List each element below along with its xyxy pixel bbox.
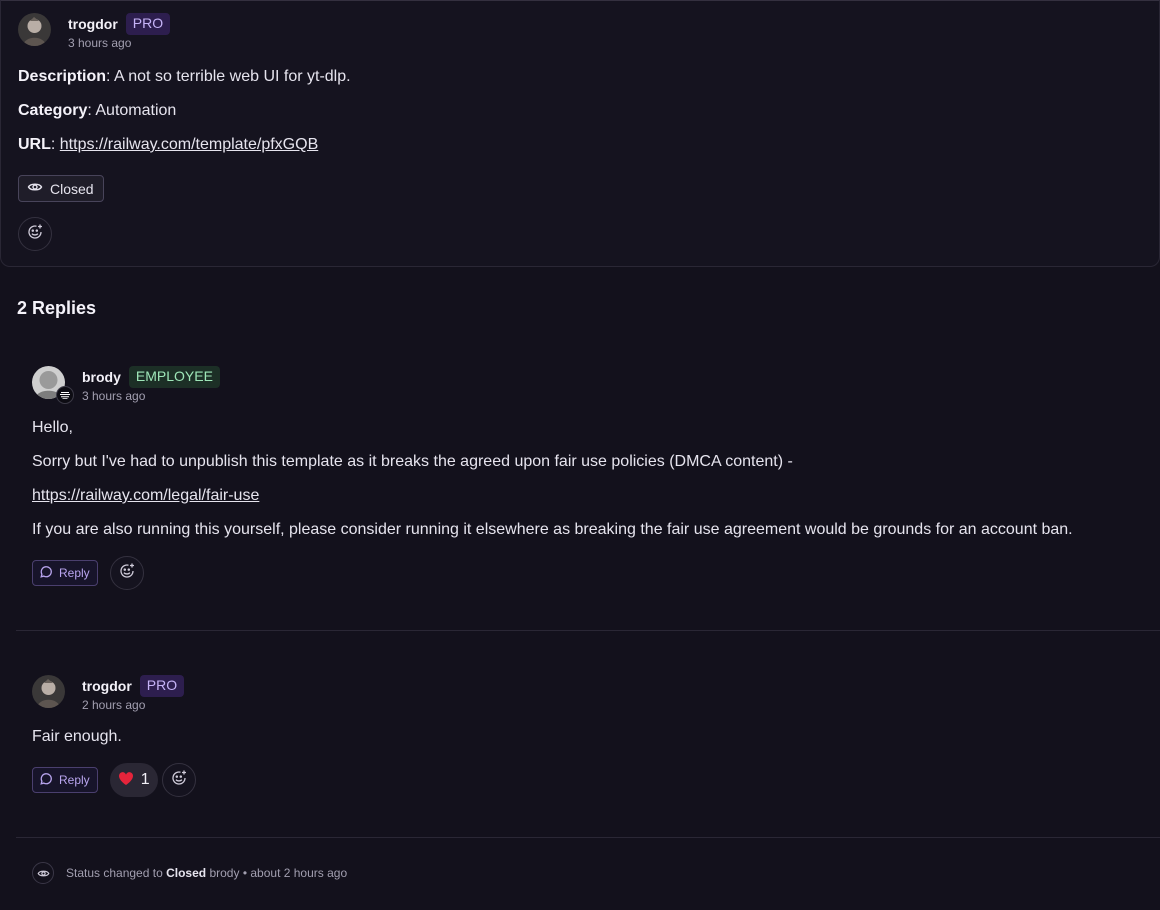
replies-heading: 2 Replies (17, 298, 97, 318)
author-name[interactable]: trogdor (68, 16, 118, 32)
add-reaction-button[interactable] (109, 556, 144, 590)
reply-text-line: Fair enough. (32, 728, 122, 745)
avatar[interactable] (18, 13, 51, 46)
description-label: Description (18, 68, 107, 85)
add-reaction-button[interactable] (161, 763, 196, 797)
post-author: trogdor PRO 3 hours ago (18, 13, 171, 50)
divider (16, 630, 1160, 631)
author-name[interactable]: brody (82, 369, 121, 385)
pro-badge: PRO (125, 13, 171, 35)
reply-text-line: If you are also running this yourself, p… (32, 521, 1073, 538)
author-name[interactable]: trogdor (82, 678, 132, 694)
divider (16, 837, 1160, 838)
reply-text-line: Sorry but I've had to unpublish this tem… (32, 453, 793, 470)
reply-timestamp: 2 hours ago (82, 698, 146, 712)
status-change-value: Closed (166, 866, 207, 880)
url-separator: : (50, 136, 60, 153)
template-url-link[interactable]: https://railway.com/template/pfxGQB (60, 136, 318, 153)
status-change-event: Status changed to Closed brody • about 2… (32, 862, 347, 884)
reply-author: brody EMPLOYEE 3 hours ago (32, 366, 220, 404)
category-label: Category (18, 102, 88, 119)
status-change-prefix: Status changed to (66, 866, 163, 880)
heart-reaction[interactable]: 1 (109, 763, 158, 797)
description-field: Description: A not so terrible web UI fo… (18, 68, 351, 86)
reply-button[interactable]: Reply (32, 767, 98, 793)
chat-bubble-icon (39, 772, 53, 789)
status-label: Closed (50, 180, 94, 197)
employee-badge: EMPLOYEE (128, 366, 220, 388)
reply-text-line: Hello, (32, 419, 73, 436)
reply-actions: Reply 1 (32, 763, 196, 797)
pro-badge: PRO (139, 675, 185, 697)
reply-link-line: https://railway.com/legal/fair-use (32, 487, 259, 505)
status-change-actor[interactable]: brody (209, 866, 239, 880)
post-card: trogdor PRO 3 hours ago Description: A n… (0, 0, 1160, 267)
reply-timestamp: 3 hours ago (82, 389, 146, 403)
reply-actions: Reply (32, 556, 144, 590)
category-field: Category: Automation (18, 102, 176, 120)
status-change-time: about 2 hours ago (250, 866, 348, 880)
post-timestamp: 3 hours ago (68, 36, 132, 50)
railway-logo-icon (56, 386, 74, 404)
status-badge: Closed (18, 175, 104, 202)
add-reaction-icon (170, 769, 188, 792)
reply-author: trogdor PRO 2 hours ago (32, 675, 185, 712)
reply-button[interactable]: Reply (32, 560, 98, 586)
add-reaction-icon (26, 223, 44, 246)
category-value: : Automation (87, 102, 177, 119)
reply-button-label: Reply (59, 566, 90, 580)
chat-bubble-icon (39, 565, 53, 582)
url-label: URL (18, 136, 51, 153)
reaction-count: 1 (140, 771, 150, 788)
add-reaction-icon (118, 562, 136, 585)
url-field: URL: https://railway.com/template/pfxGQB (18, 136, 318, 154)
avatar[interactable] (32, 675, 65, 708)
description-value: : A not so terrible web UI for yt-dlp. (106, 68, 351, 85)
heart-icon (118, 771, 134, 789)
reply-button-label: Reply (59, 773, 90, 787)
add-reaction-button[interactable] (18, 217, 52, 251)
eye-icon (27, 179, 43, 198)
eye-icon (32, 862, 54, 884)
status-change-separator: • (242, 866, 248, 880)
status-change-text: Status changed to Closed brody • about 2… (66, 866, 347, 880)
fair-use-link[interactable]: https://railway.com/legal/fair-use (32, 487, 259, 504)
